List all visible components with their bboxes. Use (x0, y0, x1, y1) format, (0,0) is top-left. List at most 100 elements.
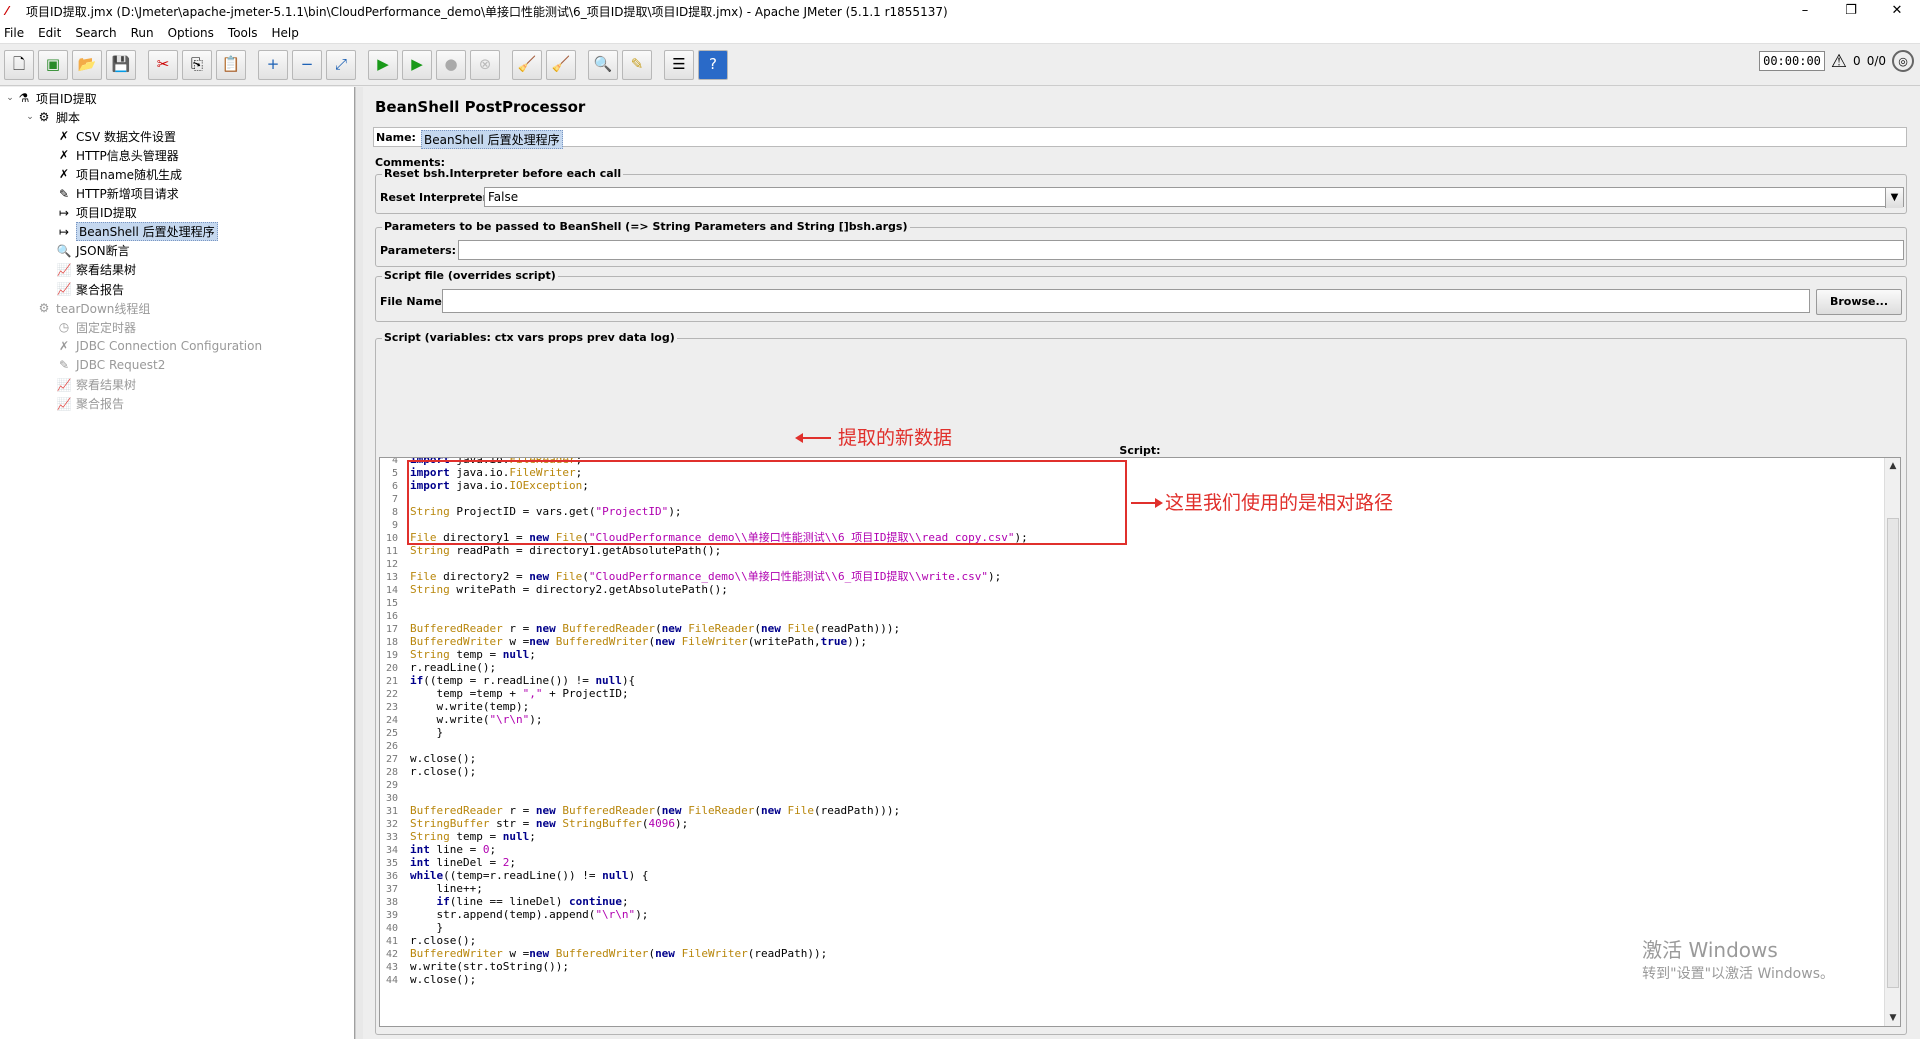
tree-node-label: 项目ID提取 (76, 206, 137, 221)
restore-button[interactable]: ❐ (1828, 0, 1874, 22)
parameters-input[interactable] (458, 240, 1904, 260)
menu-search[interactable]: Search (75, 26, 116, 40)
start-icon[interactable]: ▶ (368, 49, 398, 80)
open-icon[interactable]: 📂 (72, 49, 102, 80)
tree-node[interactable]: ✎ HTTP新增项目请求 (44, 185, 179, 203)
start-no-pause-icon[interactable]: ▶ (402, 49, 432, 80)
tree-node[interactable]: ✗ CSV 数据文件设置 (44, 127, 176, 145)
listener-icon: 📈 (56, 262, 72, 277)
toggle-icon[interactable]: ⤢ (326, 49, 356, 80)
paste-icon[interactable]: 📋 (216, 49, 246, 80)
tree-node[interactable]: ✗ JDBC Connection Configuration (44, 337, 262, 355)
windows-activation-watermark: 激活 Windows 转到"设置"以激活 Windows。 (1642, 934, 1834, 983)
script-file-group: Script file (overrides script) File Name… (375, 269, 1907, 322)
tree-node[interactable]: 📈 察看结果树 (44, 261, 137, 279)
tree-node-label: 固定定时器 (76, 320, 137, 335)
save-icon[interactable]: 💾 (106, 49, 136, 80)
clear-icon[interactable]: 🧹 (512, 49, 542, 80)
clear-all-icon[interactable]: 🧹 (546, 49, 576, 80)
sampler-icon: ✎ (58, 186, 70, 201)
close-button[interactable]: ✕ (1874, 0, 1920, 22)
extractor-icon: ↦ (58, 224, 70, 239)
name-label: Name: (376, 131, 416, 144)
listener-icon: 📈 (56, 282, 72, 296)
script-scrollbar[interactable]: ▲ ▼ (1884, 458, 1900, 1026)
scroll-up-icon[interactable]: ▲ (1885, 458, 1900, 474)
tree-node[interactable]: ↦ BeanShell 后置处理程序 (44, 222, 218, 242)
menu-tools[interactable]: Tools (228, 26, 258, 40)
stop-icon[interactable]: ● (436, 49, 466, 80)
assertion-icon: 🔍 (56, 243, 72, 258)
new-icon[interactable]: 🗋 (4, 49, 34, 80)
cut-icon[interactable]: ✂ (148, 49, 178, 80)
minimize-button[interactable]: – (1782, 0, 1828, 22)
warning-icon[interactable]: ⚠ (1831, 51, 1847, 72)
search-icon[interactable]: 🔍 (588, 49, 618, 80)
reset-label: Reset Interpreter: (380, 191, 493, 204)
tree-node-label: 项目name随机生成 (76, 167, 183, 182)
arrow-right-icon (1131, 498, 1163, 508)
tree-node-label: 察看结果树 (76, 263, 137, 278)
line-code: w.close(); (410, 973, 477, 986)
script-header: Script: (1119, 444, 1161, 457)
tree-node[interactable]: 🔍 JSON断言 (44, 242, 130, 260)
timer-icon: ◷ (58, 320, 70, 335)
tree-node-label: 聚合报告 (76, 397, 125, 412)
tree-node[interactable]: ✗ HTTP信息头管理器 (44, 146, 179, 164)
remote-globe-icon[interactable]: ◎ (1892, 50, 1914, 72)
menu-file[interactable]: File (4, 26, 24, 40)
config-icon: ✗ (58, 339, 70, 354)
beanshell-editor-panel: BeanShell PostProcessor Name: BeanShell … (373, 87, 1920, 1039)
menu-bar: File Edit Search Run Options Tools Help (0, 22, 1920, 44)
scroll-thumb[interactable] (1887, 518, 1899, 988)
scroll-down-icon[interactable]: ▼ (1885, 1010, 1900, 1026)
copy-icon[interactable]: ⎘ (182, 49, 212, 80)
params-legend: Parameters to be passed to BeanShell (=>… (382, 220, 910, 233)
window-controls: – ❐ ✕ (1782, 0, 1920, 22)
filename-input[interactable] (442, 289, 1810, 313)
thread-count: 0/0 (1866, 54, 1886, 68)
annotation-relative-path: 这里我们使用的是相对路径 (1165, 492, 1394, 514)
tree-node[interactable]: 📈 聚合报告 (44, 280, 125, 298)
filename-label: File Name: (380, 295, 447, 308)
tree-node[interactable]: ⚙ tearDown线程组 (24, 299, 151, 317)
menu-help[interactable]: Help (271, 26, 298, 40)
collapse-all-icon[interactable]: − (292, 49, 322, 80)
relative-path-highlight-box (407, 460, 1127, 545)
reset-value: False (488, 190, 519, 204)
warning-count: 0 (1853, 54, 1861, 68)
browse-button[interactable]: Browse... (1816, 289, 1902, 315)
jmeter-feather-icon: ⁄ (6, 4, 9, 18)
tree-node[interactable]: 📈 聚合报告 (44, 395, 125, 413)
tree-node[interactable]: ⌄ ⚗ 项目ID提取 (4, 89, 97, 107)
reset-search-icon[interactable]: ✎ (622, 49, 652, 80)
window-title: 项目ID提取.jmx (D:\Jmeter\apache-jmeter-5.1.… (26, 4, 948, 19)
tree-node-label: HTTP新增项目请求 (76, 187, 179, 201)
templates-icon[interactable]: ▣ (38, 49, 68, 80)
scriptfile-legend: Script file (overrides script) (382, 269, 558, 282)
menu-run[interactable]: Run (131, 26, 154, 40)
expand-toggle-icon[interactable]: ⌄ (24, 112, 36, 122)
watermark-line1: 激活 Windows (1642, 938, 1778, 962)
chevron-down-icon[interactable]: ▼ (1885, 188, 1903, 208)
config-icon: ✗ (58, 148, 70, 163)
shutdown-icon[interactable]: ⊗ (470, 49, 500, 80)
tree-node[interactable]: ✗ 项目name随机生成 (44, 165, 182, 183)
split-pane-divider[interactable] (355, 87, 363, 1039)
tree-node[interactable]: ⌄ ⚙ 脚本 (24, 108, 80, 126)
tree-node[interactable]: 📈 察看结果树 (44, 376, 137, 394)
name-input[interactable]: BeanShell 后置处理程序 (421, 130, 563, 149)
expand-toggle-icon[interactable]: ⌄ (4, 93, 16, 103)
test-plan-tree[interactable]: ⌄ ⚗ 项目ID提取 ⌄ ⚙ 脚本 ✗ CSV 数据文件设置 ✗ HTTP信息头管理器 ✗ 项目nam… (0, 87, 355, 1039)
menu-edit[interactable]: Edit (38, 26, 61, 40)
tree-node[interactable]: ✎ JDBC Request2 (44, 356, 165, 374)
menu-options[interactable]: Options (168, 26, 214, 40)
help-icon[interactable]: ? (698, 49, 728, 80)
reset-interpreter-select[interactable]: False ▼ (484, 187, 1904, 208)
function-helper-icon[interactable]: ☰ (664, 49, 694, 80)
tree-node[interactable]: ↦ 项目ID提取 (44, 204, 137, 222)
tree-node-label: 聚合报告 (76, 282, 125, 297)
expand-all-icon[interactable]: + (258, 49, 288, 80)
name-field[interactable]: Name: BeanShell 后置处理程序 (373, 127, 1907, 149)
tree-node[interactable]: ◷ 固定定时器 (44, 318, 136, 336)
